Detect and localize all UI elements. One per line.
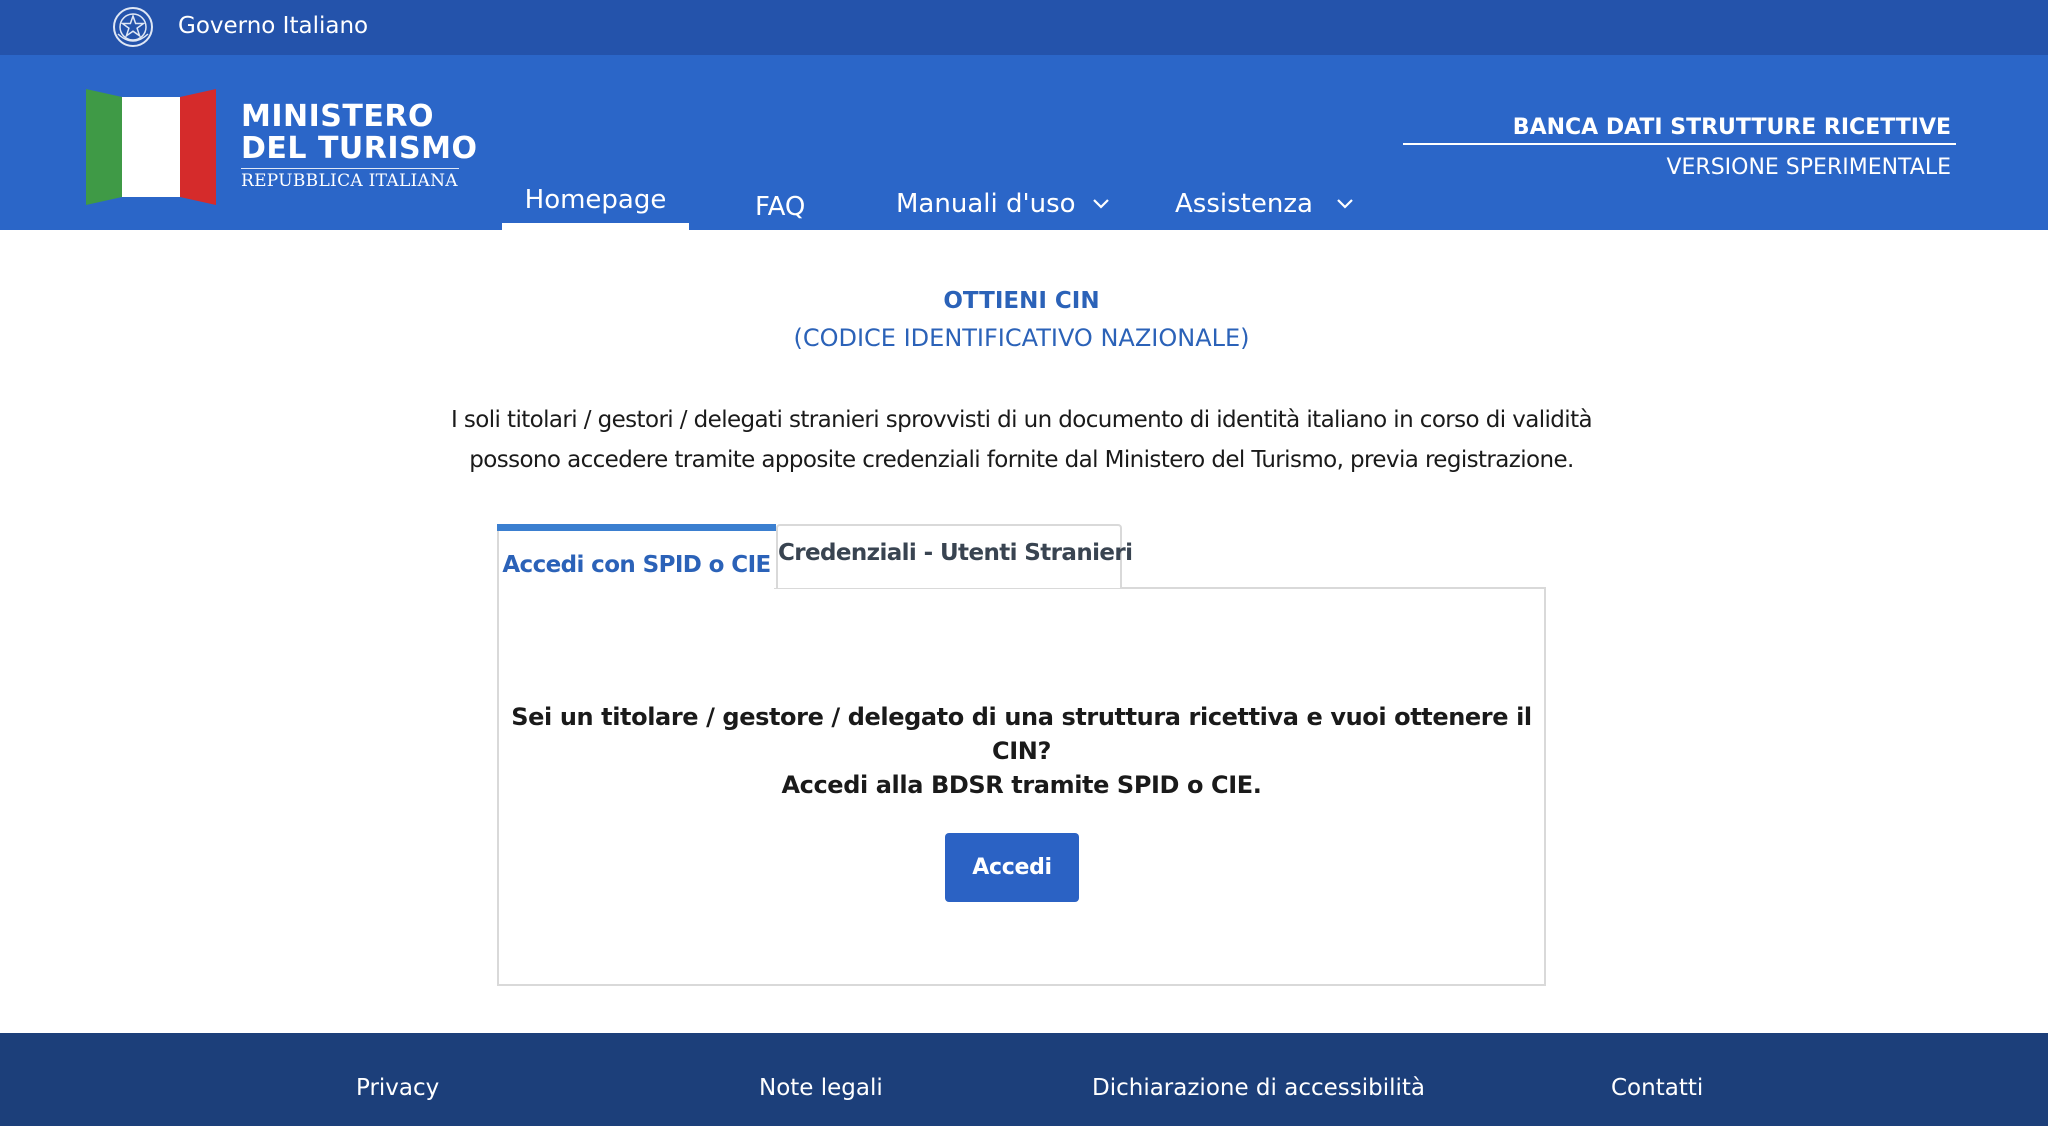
page-subtitle: (CODICE IDENTIFICATIVO NAZIONALE)	[793, 324, 1250, 352]
bdsr-title: BANCA DATI STRUTTURE RICETTIVE	[1512, 115, 1951, 140]
government-topbar: Governo Italiano	[0, 0, 2048, 55]
site-footer: Privacy Note legali Dichiarazione di acc…	[0, 1033, 2048, 1126]
footer-link-privacy[interactable]: Privacy	[356, 1073, 439, 1103]
footer-link-contatti[interactable]: Contatti	[1611, 1073, 1703, 1103]
panel-message: Sei un titolare / gestore / delegato di …	[497, 700, 1546, 802]
logo-title-line2[interactable]: DEL TURISMO	[241, 133, 478, 165]
bdsr-subtitle: VERSIONE SPERIMENTALE	[1666, 155, 1951, 180]
panel-message-line-2: Accedi alla BDSR tramite SPID o CIE.	[781, 771, 1262, 799]
italian-republic-emblem-icon	[113, 7, 153, 47]
bdsr-divider	[1403, 143, 1956, 145]
italian-flag-logo-icon[interactable]	[86, 89, 216, 205]
active-tab-joiner	[499, 585, 774, 590]
nav-homepage[interactable]: Homepage	[502, 176, 689, 230]
nav-manuali[interactable]: Manuali d'uso	[896, 188, 1076, 220]
footer-link-note-legali[interactable]: Note legali	[759, 1073, 883, 1103]
intro-line-2: possono accedere tramite apposite creden…	[469, 447, 1574, 473]
page-title: OTTIENI CIN	[943, 288, 1100, 314]
chevron-down-icon[interactable]	[1089, 192, 1113, 216]
panel-message-line-1: Sei un titolare / gestore / delegato di …	[511, 703, 1532, 765]
chevron-down-icon[interactable]	[1333, 192, 1357, 216]
logo-title-line1[interactable]: MINISTERO	[241, 101, 434, 133]
footer-link-accessibilita[interactable]: Dichiarazione di accessibilità	[1092, 1073, 1425, 1103]
logo-subtitle[interactable]: REPUBBLICA ITALIANA	[241, 168, 459, 192]
accedi-button[interactable]: Accedi	[945, 833, 1079, 902]
government-label[interactable]: Governo Italiano	[178, 12, 368, 40]
intro-line-1: I soli titolari / gestori / delegati str…	[450, 407, 1593, 433]
intro-text: I soli titolari / gestori / delegati str…	[430, 400, 1613, 480]
site-header: MINISTERO DEL TURISMO REPUBBLICA ITALIAN…	[0, 55, 2048, 230]
panel-left-border	[497, 531, 499, 589]
tab-credenziali-stranieri[interactable]: Credenziali - Utenti Stranieri	[776, 524, 1133, 588]
tab-spid-cie[interactable]: Accedi con SPID o CIE	[497, 524, 776, 588]
nav-faq[interactable]: FAQ	[755, 191, 805, 223]
nav-assistenza[interactable]: Assistenza	[1175, 188, 1313, 220]
